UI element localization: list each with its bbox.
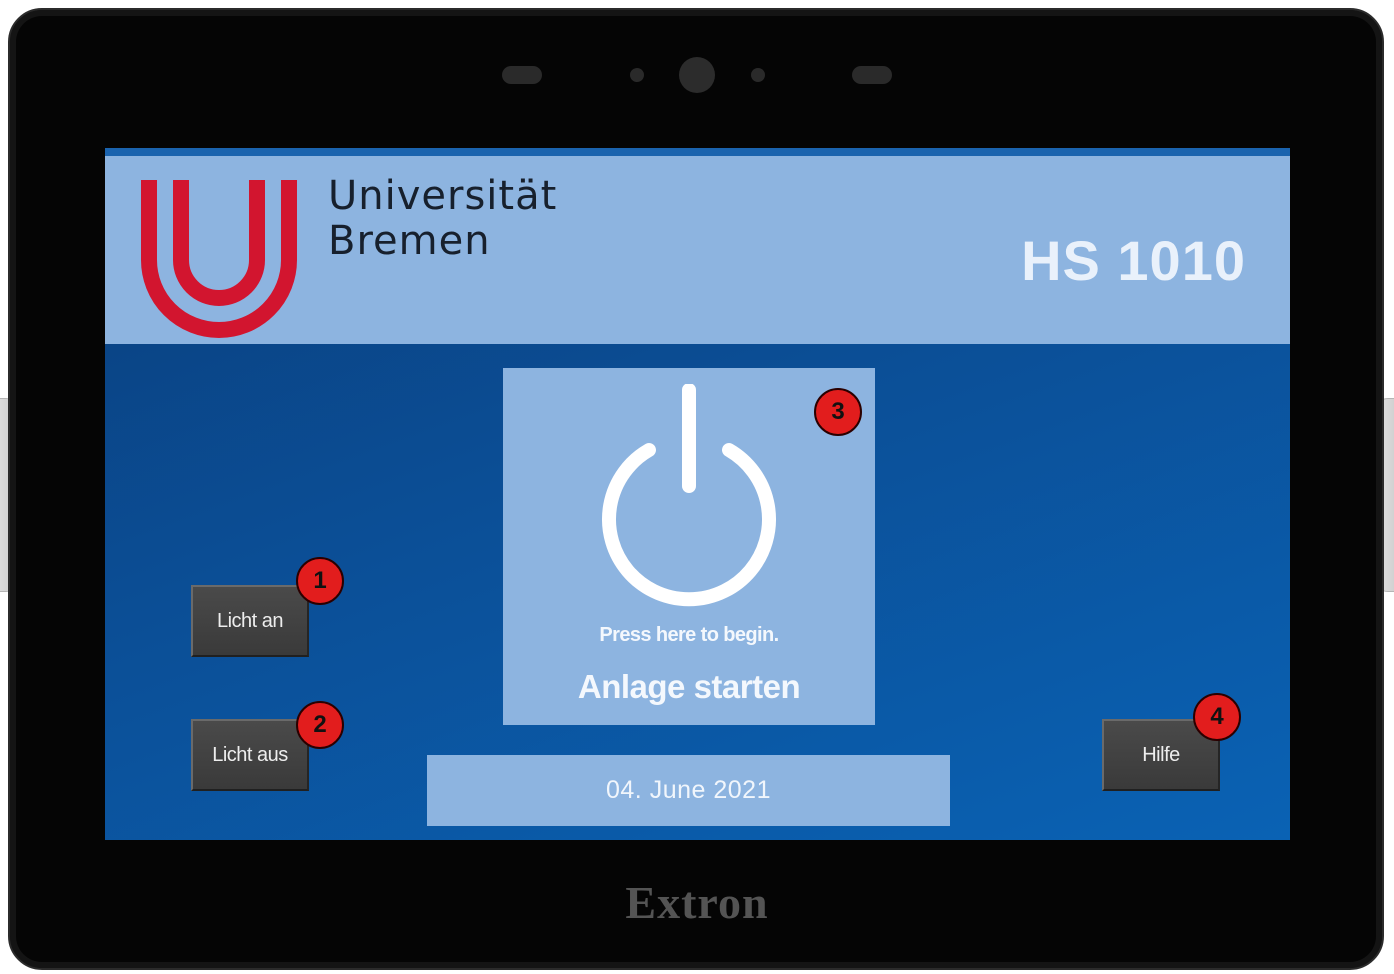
university-name-line2: Bremen bbox=[328, 218, 491, 264]
room-label: HS 1010 bbox=[1021, 229, 1246, 292]
callout-marker-4: 4 bbox=[1193, 693, 1241, 741]
touch-screen: Universität Bremen HS 1010 Licht an Lich… bbox=[105, 148, 1290, 840]
light-on-button[interactable]: Licht an bbox=[191, 585, 309, 657]
callout-marker-2: 2 bbox=[296, 701, 344, 749]
sensor-dot-left-icon bbox=[630, 68, 644, 82]
start-hint: Press here to begin. bbox=[599, 624, 779, 646]
callout-marker-1: 1 bbox=[296, 557, 344, 605]
device-brand-logo: Extron bbox=[625, 877, 769, 928]
date-display: 04. June 2021 bbox=[427, 755, 950, 826]
camera-icon bbox=[679, 57, 715, 93]
light-off-button[interactable]: Licht aus bbox=[191, 719, 309, 791]
university-name: Universität Bremen bbox=[328, 174, 557, 264]
sensor-left-icon bbox=[502, 66, 542, 84]
university-logo bbox=[141, 180, 297, 338]
callout-marker-3: 3 bbox=[814, 388, 862, 436]
sensor-right-icon bbox=[852, 66, 892, 84]
start-label: Anlage starten bbox=[577, 668, 801, 705]
university-name-line1: Universität bbox=[328, 173, 558, 219]
power-icon bbox=[602, 384, 776, 607]
header-bar: Universität Bremen HS 1010 bbox=[105, 148, 1290, 344]
sensor-dot-right-icon bbox=[751, 68, 765, 82]
